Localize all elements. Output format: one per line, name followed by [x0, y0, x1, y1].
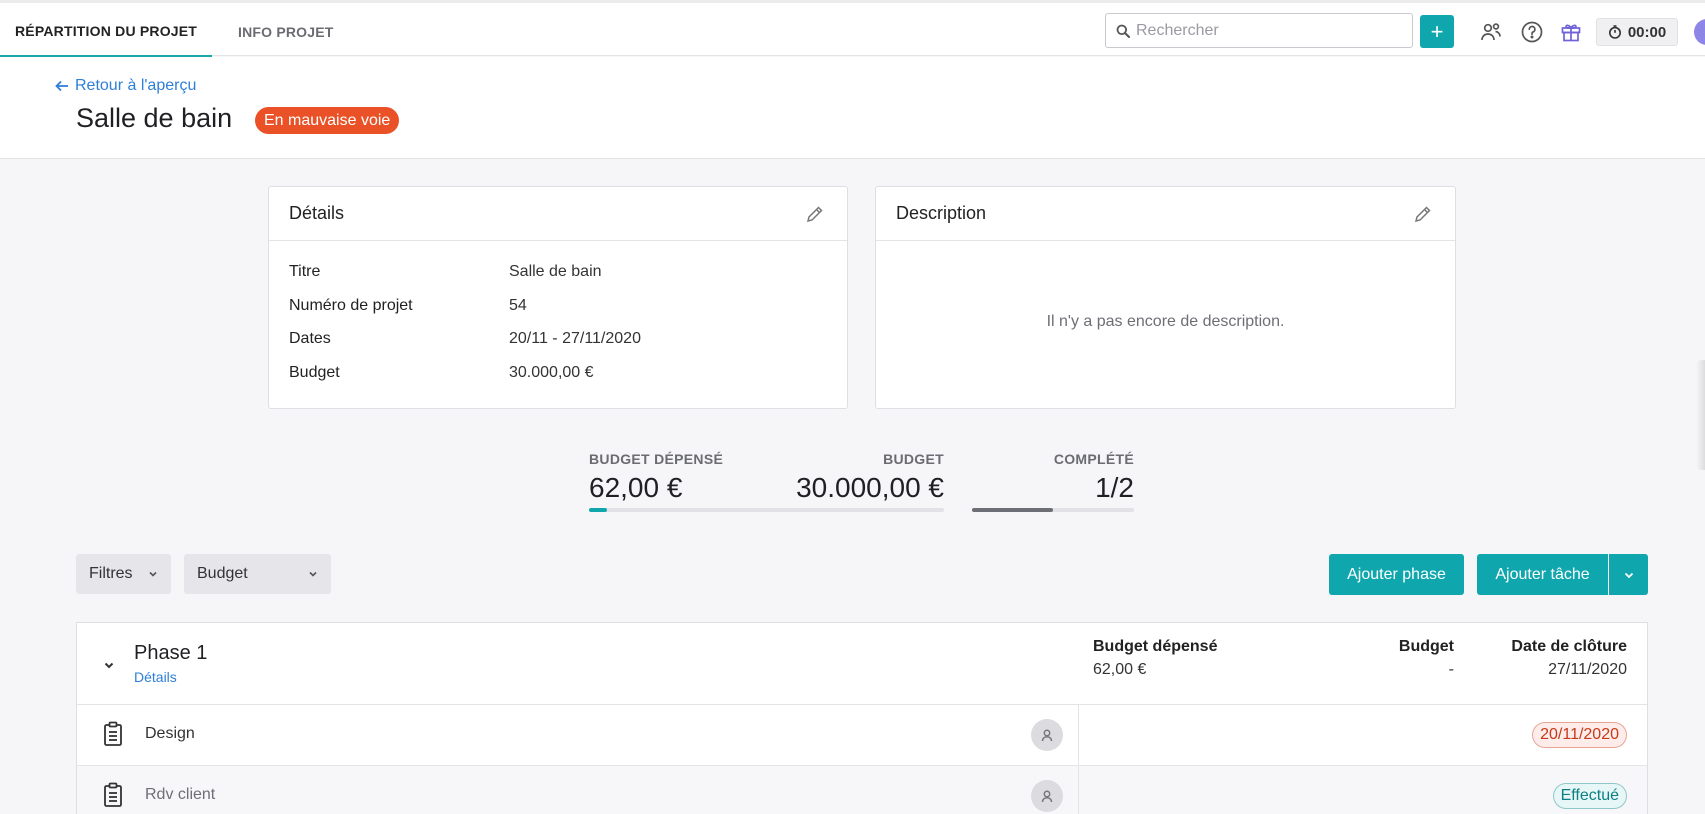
detail-value-numero: 54 [509, 297, 527, 314]
detail-label-dates: Dates [289, 330, 331, 347]
timer-value: 00:00 [1627, 23, 1667, 41]
back-link[interactable]: Retour à l'aperçu [55, 77, 196, 95]
add-phase-label: Ajouter phase [1347, 565, 1446, 583]
detail-value-budget: 30.000,00 € [509, 364, 594, 381]
top-bar: RÉPARTITION DU PROJET INFO PROJET + [0, 0, 1705, 58]
detail-label-numero: Numéro de projet [289, 297, 413, 314]
budget-spent-label: BUDGET DÉPENSÉ [589, 451, 724, 467]
add-phase-button[interactable]: Ajouter phase [1329, 554, 1464, 595]
clipboard-icon [104, 782, 122, 807]
task-status-badge[interactable]: Effectué [1552, 783, 1627, 809]
arrow-left-icon [55, 80, 68, 92]
completed-progress-fill [972, 508, 1053, 512]
task-due-date-badge[interactable]: 20/11/2020 [1532, 722, 1627, 748]
side-panel-handle[interactable] [1696, 360, 1705, 470]
budget-spent-value: 62,00 € [589, 472, 683, 503]
pencil-icon[interactable] [803, 202, 827, 226]
budget-progress-fill [589, 508, 607, 512]
tab-repartition-projet[interactable]: RÉPARTITION DU PROJET [0, 6, 213, 58]
phase-table: Phase 1 Détails Budget dépensé 62,00 € B… [76, 622, 1648, 814]
budget-value: 30.000,00 € [796, 472, 944, 503]
add-button-label: + [1430, 18, 1444, 44]
add-button[interactable]: + [1420, 15, 1454, 48]
detail-value-titre: Salle de bain [509, 263, 602, 280]
tab-info-projet[interactable]: INFO PROJET [224, 6, 348, 58]
detail-label-budget: Budget [289, 364, 340, 381]
phase-budget-spent: 62,00 € [1093, 661, 1147, 678]
team-icon[interactable] [1478, 19, 1504, 45]
view-select[interactable]: Budget [184, 554, 331, 594]
help-icon[interactable] [1519, 19, 1545, 45]
user-icon [1041, 729, 1053, 742]
column-divider [1078, 705, 1079, 765]
phase-budget: - [1448, 661, 1454, 678]
view-select-label: Budget [197, 565, 248, 582]
tab-label: RÉPARTITION DU PROJET [15, 22, 198, 39]
completed-label: COMPLÉTÉ [1053, 451, 1134, 467]
tab-label: INFO PROJET [238, 24, 334, 40]
completed-value: 1/2 [1095, 472, 1134, 503]
details-card-header: Détails [269, 187, 847, 241]
table-row[interactable]: Design 20/11/2020 [77, 705, 1647, 766]
column-divider [1078, 766, 1079, 814]
pencil-icon[interactable] [1411, 202, 1435, 226]
budget-progress-bar [589, 508, 944, 512]
assignee-avatar[interactable] [1031, 719, 1063, 751]
budget-spent-header: Budget dépensé [1093, 638, 1218, 655]
phase-name: Phase 1 [134, 642, 208, 664]
detail-value-dates: 20/11 - 27/11/2020 [509, 330, 641, 347]
search-box [1105, 13, 1413, 48]
chevron-down-icon [149, 571, 157, 577]
timer-icon [1608, 25, 1621, 39]
chevron-down-icon[interactable] [103, 659, 115, 671]
page-title: Salle de bain [76, 103, 233, 133]
user-icon [1041, 790, 1053, 803]
assignee-avatar[interactable] [1031, 780, 1063, 812]
filters-label: Filtres [89, 565, 133, 582]
add-task-label: Ajouter tâche [1495, 565, 1590, 583]
clipboard-icon [104, 721, 122, 746]
task-name[interactable]: Rdv client [145, 786, 215, 804]
filters-dropdown[interactable]: Filtres [76, 554, 171, 594]
avatar[interactable] [1694, 19, 1705, 45]
budget-header: Budget [1398, 638, 1454, 655]
add-task-menu-button[interactable] [1609, 554, 1648, 595]
description-heading: Description [896, 203, 987, 223]
phase-header: Phase 1 Détails Budget dépensé 62,00 € B… [77, 623, 1647, 705]
task-name[interactable]: Design [145, 725, 195, 743]
budget-label: BUDGET [883, 451, 944, 467]
add-task-button[interactable]: Ajouter tâche [1477, 554, 1608, 595]
phase-details-link[interactable]: Détails [134, 669, 177, 685]
table-row[interactable]: Rdv client Effectué [77, 766, 1647, 814]
description-card-header: Description [876, 187, 1455, 241]
details-heading: Détails [289, 203, 345, 223]
description-empty-text: Il n'y a pas encore de description. [1046, 313, 1285, 330]
phase-close-date: 27/11/2020 [1548, 661, 1627, 678]
timer-button[interactable]: 00:00 [1596, 18, 1678, 46]
close-date-header: Date de clôture [1511, 638, 1627, 655]
completed-progress-bar [972, 508, 1134, 512]
chevron-down-icon [1624, 572, 1633, 578]
chevron-down-icon [309, 571, 317, 577]
page-header: Retour à l'aperçu Salle de bain En mauva… [0, 57, 1705, 159]
details-card: Détails Titre Salle de bain Numéro de pr… [268, 186, 848, 409]
description-card: Description Il n'y a pas encore de descr… [875, 186, 1456, 409]
back-link-label: Retour à l'aperçu [75, 77, 197, 94]
search-input[interactable] [1136, 21, 1396, 40]
detail-label-titre: Titre [289, 263, 321, 280]
search-icon [1116, 24, 1130, 38]
gift-icon[interactable] [1558, 19, 1584, 45]
status-badge: En mauvaise voie [255, 107, 400, 134]
